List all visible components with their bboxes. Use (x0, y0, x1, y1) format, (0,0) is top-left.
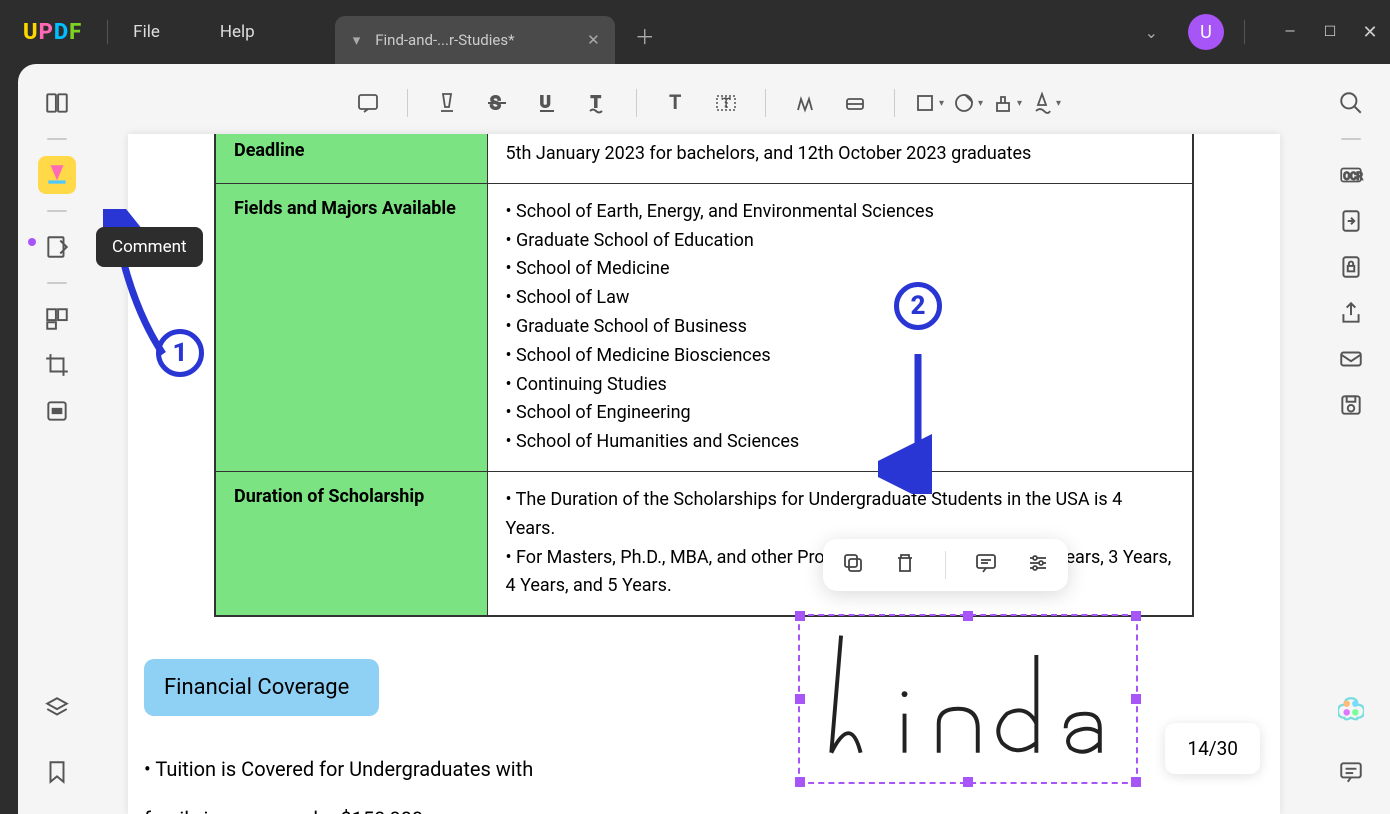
note-button[interactable] (974, 551, 998, 579)
bookmark-button[interactable] (38, 753, 76, 791)
convert-button[interactable] (1332, 202, 1370, 240)
layers-button[interactable] (38, 689, 76, 727)
redact-button[interactable] (38, 392, 76, 430)
table-row: Deadline 5th January 2023 for bachelors,… (215, 134, 1193, 183)
save-button[interactable] (1332, 386, 1370, 424)
sticky-note-tool[interactable] (347, 82, 389, 124)
sticker-tool[interactable]: ▾ (991, 91, 1022, 115)
bullet-line: family incomes under $150,000. (144, 796, 1280, 814)
signature-drawing (800, 616, 1136, 782)
svg-text:T: T (669, 91, 681, 114)
section-heading: Financial Coverage (144, 659, 379, 716)
table-label: Deadline (215, 134, 487, 183)
tab-title: Find-and-...r-Studies* (375, 31, 514, 49)
page-indicator[interactable]: 14/30 (1165, 723, 1260, 774)
pencil-tool[interactable] (784, 82, 826, 124)
titlebar: UPDF File Help ▾ Find-and-...r-Studies* … (0, 0, 1390, 64)
delete-button[interactable] (893, 551, 917, 579)
protect-button[interactable] (1332, 248, 1370, 286)
text-tool[interactable]: T (655, 82, 697, 124)
share-button[interactable] (1332, 294, 1370, 332)
table-value: 5th January 2023 for bachelors, and 12th… (487, 134, 1193, 183)
app-logo: UPDF (23, 20, 82, 45)
properties-button[interactable] (1026, 551, 1050, 579)
page-tools-button[interactable] (38, 300, 76, 338)
comment-mode-button[interactable] (38, 156, 76, 194)
shape-tool[interactable]: ▾ (913, 91, 944, 115)
document-tab[interactable]: ▾ Find-and-...r-Studies* ✕ (335, 16, 615, 64)
tab-dropdown-icon[interactable]: ▾ (353, 31, 361, 49)
table-label: Fields and Majors Available (215, 183, 487, 471)
table-label: Duration of Scholarship (215, 471, 487, 616)
signature-context-menu (823, 539, 1068, 591)
ai-button[interactable] (1332, 689, 1370, 727)
new-tab-button[interactable]: ＋ (635, 21, 655, 50)
eraser-tool[interactable] (834, 82, 876, 124)
squiggly-tool[interactable]: T (576, 82, 618, 124)
stamp-tool[interactable]: ▾ (952, 91, 983, 115)
menu-file[interactable]: File (133, 22, 160, 42)
edit-mode-button[interactable] (38, 228, 76, 266)
comment-tooltip: Comment (96, 227, 203, 267)
chevron-down-icon[interactable]: ⌄ (1145, 23, 1158, 42)
minimize-button[interactable]: — (1270, 24, 1310, 40)
signature-selection[interactable] (798, 614, 1138, 784)
underline-tool[interactable]: U (526, 82, 568, 124)
copy-button[interactable] (841, 551, 865, 579)
ocr-button[interactable]: OCR (1332, 156, 1370, 194)
document-content: Deadline 5th January 2023 for bachelors,… (128, 134, 1280, 814)
reader-mode-button[interactable] (38, 84, 76, 122)
annotation-toolbar: S U T T T ▾ ▾ ▾ ▾ (138, 78, 1270, 128)
maximize-button[interactable]: ☐ (1310, 24, 1350, 40)
strikethrough-tool[interactable]: S (476, 82, 518, 124)
search-button[interactable] (1332, 84, 1370, 122)
svg-text:T: T (591, 92, 601, 111)
close-button[interactable]: ✕ (1350, 22, 1390, 43)
comments-panel-button[interactable] (1332, 753, 1370, 791)
table-value: • School of Earth, Energy, and Environme… (487, 183, 1193, 471)
textbox-tool[interactable]: T (705, 82, 747, 124)
highlight-tool[interactable] (426, 82, 468, 124)
tab-close-icon[interactable]: ✕ (587, 31, 600, 49)
signature-tool[interactable]: ▾ (1030, 91, 1061, 115)
table-row: Fields and Majors Available • School of … (215, 183, 1193, 471)
svg-text:U: U (540, 92, 550, 111)
svg-text:T: T (722, 96, 731, 112)
crop-button[interactable] (38, 346, 76, 384)
svg-text:OCR: OCR (1343, 171, 1362, 182)
user-avatar[interactable]: U (1188, 14, 1224, 50)
menu-help[interactable]: Help (220, 22, 255, 42)
email-button[interactable] (1332, 340, 1370, 378)
